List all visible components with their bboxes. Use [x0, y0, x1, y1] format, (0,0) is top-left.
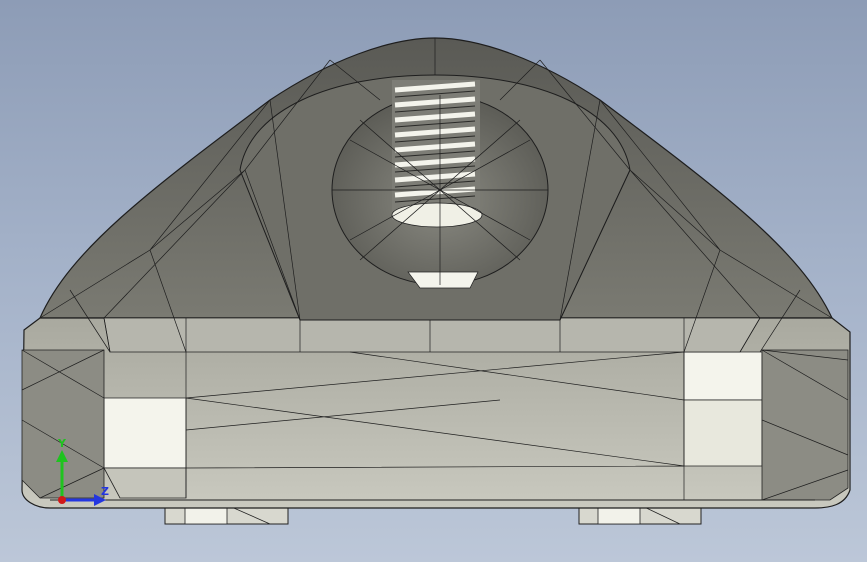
y-axis-label: Y	[58, 437, 66, 450]
model-render[interactable]	[0, 0, 867, 562]
bore-floor-highlight	[407, 271, 479, 289]
right-corner-highlight	[683, 351, 763, 401]
upper-lip	[103, 317, 761, 353]
z-axis-label: Z	[101, 485, 109, 498]
right-lower-panel	[683, 399, 763, 467]
x-axis-marker	[58, 496, 66, 504]
graphics-viewport[interactable]: Y Z	[0, 0, 867, 562]
left-corner-highlight	[103, 397, 187, 469]
threaded-hole	[391, 80, 483, 228]
